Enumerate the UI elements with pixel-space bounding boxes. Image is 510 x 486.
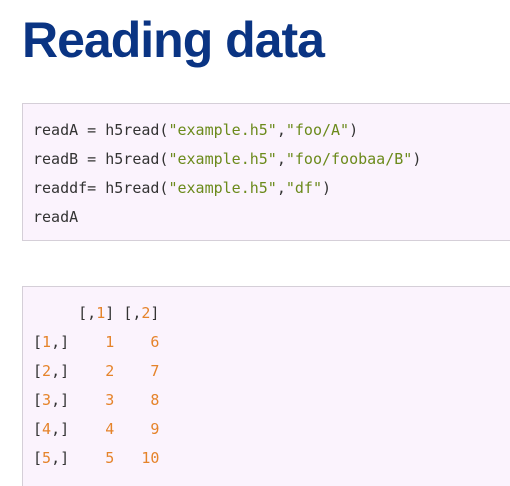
code-text: readdf= h5read( bbox=[33, 179, 169, 197]
code-input-block: readA = h5read("example.h5","foo/A") rea… bbox=[22, 103, 510, 241]
matrix-cell: 10 bbox=[141, 449, 160, 467]
code-line: readA bbox=[33, 203, 78, 231]
matrix-row: [3,] 3 8 bbox=[33, 386, 159, 414]
code-output-block: [,1] [,2] [1,] 1 6 [2,] 2 7 [3,] 3 8 [4,… bbox=[22, 286, 510, 486]
code-text: , bbox=[276, 179, 286, 197]
code-text: readA bbox=[33, 208, 79, 226]
string-literal: "example.h5" bbox=[168, 150, 277, 168]
code-line: readB = h5read("example.h5","foo/foobaa/… bbox=[33, 145, 421, 173]
column-header-close: ] bbox=[150, 304, 160, 322]
code-line: readdf= h5read("example.h5","df") bbox=[33, 174, 331, 202]
row-header-open: [ bbox=[33, 420, 43, 438]
matrix-row: [5,] 5 10 bbox=[33, 444, 159, 472]
matrix-cell: 7 bbox=[150, 362, 160, 380]
matrix-cell: 8 bbox=[150, 391, 160, 409]
matrix-cell: 1 bbox=[105, 333, 115, 351]
column-index: 1 bbox=[96, 304, 106, 322]
code-text: readA = h5read( bbox=[33, 121, 169, 139]
row-header-close: ,] bbox=[51, 362, 70, 380]
row-header-open: [ bbox=[33, 333, 43, 351]
code-text: , bbox=[276, 150, 286, 168]
row-header-close: ,] bbox=[51, 420, 70, 438]
column-header-close: ] bbox=[105, 304, 115, 322]
row-index: 3 bbox=[42, 391, 52, 409]
row-index: 4 bbox=[42, 420, 52, 438]
matrix-row: [4,] 4 9 bbox=[33, 415, 159, 443]
code-text: readB = h5read( bbox=[33, 150, 169, 168]
row-header-close: ,] bbox=[51, 449, 70, 467]
row-index: 1 bbox=[42, 333, 52, 351]
matrix-cell: 9 bbox=[150, 420, 160, 438]
matrix-cell: 5 bbox=[105, 449, 115, 467]
matrix-cell: 3 bbox=[105, 391, 115, 409]
row-header-open: [ bbox=[33, 391, 43, 409]
page-title: Reading data bbox=[22, 12, 325, 68]
column-header-open: [, bbox=[78, 304, 97, 322]
matrix-row: [2,] 2 7 bbox=[33, 357, 159, 385]
string-literal: "example.h5" bbox=[168, 121, 277, 139]
column-header-open: [, bbox=[123, 304, 142, 322]
string-literal: "example.h5" bbox=[168, 179, 277, 197]
code-text: ) bbox=[322, 179, 332, 197]
matrix-cell: 4 bbox=[105, 420, 115, 438]
code-text: ) bbox=[412, 150, 422, 168]
matrix-row: [1,] 1 6 bbox=[33, 328, 159, 356]
matrix-cell: 6 bbox=[150, 333, 160, 351]
row-header-close: ,] bbox=[51, 391, 70, 409]
string-literal: "df" bbox=[285, 179, 322, 197]
matrix-column-header: [,1] [,2] bbox=[33, 299, 159, 327]
row-header-open: [ bbox=[33, 449, 43, 467]
string-literal: "foo/A" bbox=[285, 121, 350, 139]
row-header-close: ,] bbox=[51, 333, 70, 351]
code-text: , bbox=[276, 121, 286, 139]
matrix-cell: 2 bbox=[105, 362, 115, 380]
string-literal: "foo/foobaa/B" bbox=[285, 150, 413, 168]
row-index: 2 bbox=[42, 362, 52, 380]
row-index: 5 bbox=[42, 449, 52, 467]
code-line: readA = h5read("example.h5","foo/A") bbox=[33, 116, 358, 144]
row-header-open: [ bbox=[33, 362, 43, 380]
code-text: ) bbox=[349, 121, 359, 139]
